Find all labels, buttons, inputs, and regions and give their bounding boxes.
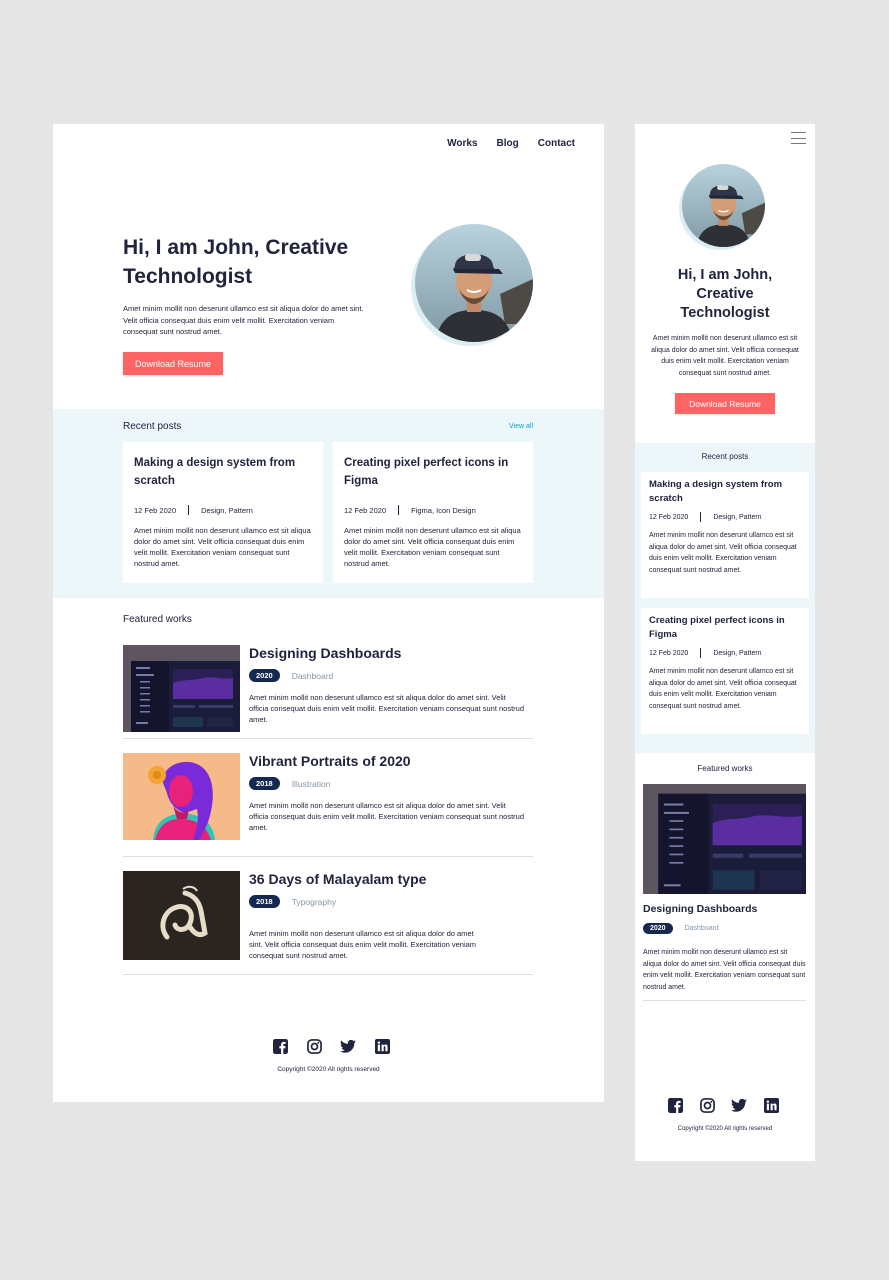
post-card[interactable]: Creating pixel perfect icons in Figma 12… — [333, 442, 533, 583]
post-excerpt: Amet minim mollit non deserunt ullamco e… — [649, 532, 797, 575]
work-description: Amet minim mollit non deserunt ullamco e… — [249, 929, 477, 960]
nav-blog[interactable]: Blog — [497, 138, 519, 149]
desktop-mockup: Works Blog Contact Hi, I am John, Creati… — [53, 124, 604, 1102]
hero-title: Hi, I am John, Creative Technologist — [123, 236, 349, 288]
work-meta: 2018 Typography — [249, 895, 336, 908]
work-title[interactable]: 36 Days of Malayalam type — [249, 871, 426, 887]
featured-works-label: Featured works — [123, 614, 192, 625]
work-thumbnail-dashboard[interactable] — [123, 645, 240, 732]
copyright-text: Copyright ©2020 All rights reserved — [277, 1066, 380, 1073]
year-badge: 2018 — [249, 777, 280, 790]
work-item[interactable]: Designing Dashboards 2020 Dashboard Amet… — [123, 645, 533, 739]
recent-posts-label: Recent posts — [123, 421, 182, 432]
work-thumbnail-portrait[interactable] — [123, 753, 240, 840]
social-links — [272, 1038, 390, 1054]
work-thumbnail-dashboard[interactable] — [643, 784, 806, 894]
post-date: 12 Feb 2020 — [649, 513, 689, 521]
year-badge: 2018 — [249, 895, 280, 908]
menu-icon[interactable] — [791, 132, 806, 144]
post-excerpt: Amet minim mollit non deserunt ullamco e… — [344, 526, 521, 568]
work-title[interactable]: Vibrant Portraits of 2020 — [249, 753, 411, 769]
year-badge: 2020 — [249, 669, 280, 682]
twitter-icon[interactable] — [340, 1038, 356, 1054]
top-nav: Works Blog Contact — [447, 138, 575, 149]
work-meta: 2020 Dashboard — [249, 669, 333, 682]
post-date: 12 Feb 2020 — [344, 505, 387, 515]
post-excerpt: Amet minim mollit non deserunt ullamco e… — [649, 668, 797, 711]
post-tags: Design, Pattern — [201, 505, 253, 515]
meta-divider — [700, 512, 702, 522]
work-description: Amet minim mollit non deserunt ullamco e… — [643, 949, 806, 992]
post-card[interactable]: Creating pixel perfect icons in Figma 12… — [641, 608, 809, 734]
post-card[interactable]: Making a design system from scratch 12 F… — [123, 442, 323, 583]
post-tags: Design, Pattern — [713, 649, 762, 657]
recent-posts-section: Recent posts View all Making a design sy… — [53, 409, 604, 598]
recent-posts-section: Recent posts Making a design system from… — [635, 443, 815, 753]
view-all-link[interactable]: View all — [509, 423, 533, 430]
instagram-icon[interactable] — [306, 1038, 322, 1054]
work-meta: 2020 Dashboard — [643, 923, 719, 934]
hero-title: Hi, I am John, Creative Technologist — [677, 267, 773, 321]
work-meta: 2018 Illustration — [249, 777, 330, 790]
work-description: Amet minim mollit non deserunt ullamco e… — [249, 693, 525, 724]
divider — [643, 1000, 806, 1001]
nav-contact[interactable]: Contact — [538, 138, 575, 149]
download-resume-button[interactable]: Download Resume — [675, 393, 775, 414]
nav-works[interactable]: Works — [447, 138, 477, 149]
post-title[interactable]: Creating pixel perfect icons in Figma — [344, 454, 522, 492]
facebook-icon[interactable] — [272, 1038, 288, 1054]
post-meta: 12 Feb 2020 Design, Pattern — [649, 648, 801, 658]
copyright-text: Copyright ©2020 All rights reserved — [677, 1126, 773, 1132]
post-date: 12 Feb 2020 — [649, 649, 689, 657]
post-tags: Design, Pattern — [713, 513, 762, 521]
meta-divider — [700, 648, 702, 658]
work-category: Dashboard — [684, 925, 719, 932]
post-excerpt: Amet minim mollit non deserunt ullamco e… — [134, 526, 311, 568]
meta-divider — [188, 505, 190, 515]
instagram-icon[interactable] — [699, 1097, 715, 1113]
post-card[interactable]: Making a design system from scratch 12 F… — [641, 472, 809, 598]
work-description: Amet minim mollit non deserunt ullamco e… — [249, 801, 525, 832]
work-category: Typography — [291, 896, 337, 907]
post-date: 12 Feb 2020 — [134, 505, 177, 515]
facebook-icon[interactable] — [667, 1097, 683, 1113]
work-title[interactable]: Designing Dashboards — [249, 645, 401, 661]
work-thumbnail-typography[interactable] — [123, 871, 240, 960]
post-title[interactable]: Making a design system from scratch — [134, 454, 312, 492]
linkedin-icon[interactable] — [763, 1097, 779, 1113]
work-category: Dashboard — [291, 670, 334, 681]
post-tags: Figma, Icon Design — [411, 505, 476, 515]
featured-works-label: Featured works — [697, 764, 753, 773]
recent-posts-label: Recent posts — [701, 452, 749, 461]
year-badge: 2020 — [643, 923, 673, 934]
download-resume-button[interactable]: Download Resume — [123, 352, 223, 375]
linkedin-icon[interactable] — [374, 1038, 390, 1054]
work-item[interactable]: 36 Days of Malayalam type 2018 Typograph… — [123, 871, 533, 975]
work-item[interactable]: Vibrant Portraits of 2020 2018 Illustrat… — [123, 753, 533, 857]
social-links — [667, 1097, 779, 1113]
mobile-mockup: Hi, I am John, Creative Technologist Ame… — [635, 124, 815, 1161]
post-meta: 12 Feb 2020 Design, Pattern — [134, 505, 312, 515]
post-title[interactable]: Creating pixel perfect icons in Figma — [649, 614, 801, 642]
hero-text: Amet minim mollit non deserunt ullamco e… — [651, 335, 799, 378]
post-meta: 12 Feb 2020 Design, Pattern — [649, 512, 801, 522]
post-meta: 12 Feb 2020 Figma, Icon Design — [344, 505, 522, 515]
twitter-icon[interactable] — [731, 1097, 747, 1113]
work-title[interactable]: Designing Dashboards — [643, 903, 757, 915]
avatar — [682, 164, 765, 247]
hero-text: Amet minim mollit non deserunt ullamco e… — [123, 304, 364, 336]
work-category: Illustration — [291, 778, 331, 789]
avatar — [415, 224, 533, 342]
post-title[interactable]: Making a design system from scratch — [649, 478, 801, 506]
meta-divider — [398, 505, 400, 515]
